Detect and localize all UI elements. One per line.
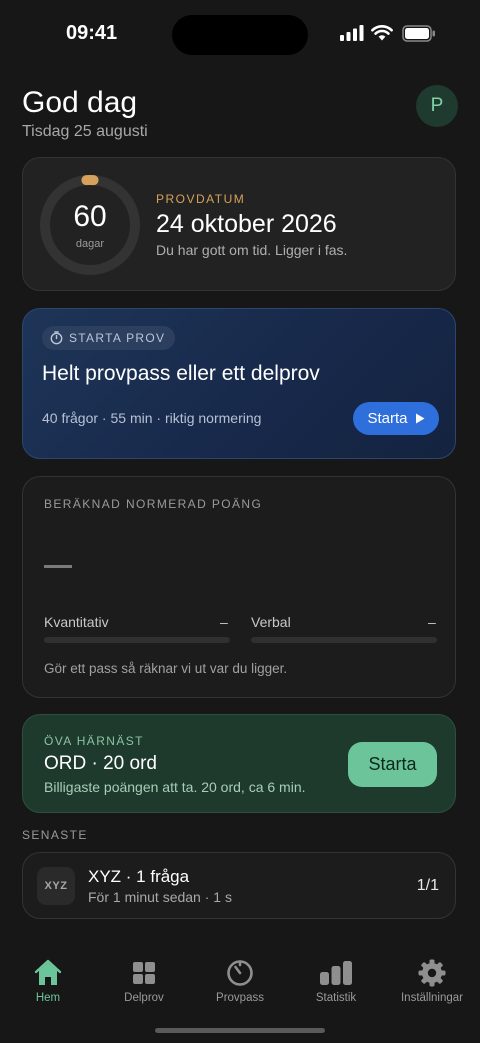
stopwatch-icon	[50, 331, 63, 345]
tab-home-label: Hem	[35, 992, 61, 1004]
start-exam-badge: STARTA PROV	[42, 326, 176, 350]
section-badge-icon: XYZ	[37, 867, 75, 905]
tab-statistik-label: Statistik	[315, 992, 357, 1004]
recent-session-subtitle: För 1 minut sedan · 1 s	[88, 889, 232, 905]
practice-next-subtitle: Billigaste poängen att ta. 20 ord, ca 6 …	[44, 779, 306, 795]
status-bar: 09:41	[0, 0, 480, 70]
home-icon	[34, 959, 62, 985]
practice-next-label: ÖVA HÄRNÄST	[44, 734, 144, 748]
verbal-value: –	[428, 614, 436, 630]
status-time: 09:41	[66, 22, 118, 44]
wifi-icon	[371, 25, 393, 41]
start-exam-button-label: Starta	[367, 410, 408, 427]
score-placeholder-dash	[44, 565, 72, 568]
greeting-title: God dag	[22, 86, 138, 119]
current-date: Tisdag 25 augusti	[22, 123, 148, 140]
start-exam-meta: 40 frågor · 55 min · riktig normering	[42, 410, 262, 426]
play-icon	[415, 413, 425, 424]
tab-provpass-label: Provpass	[216, 992, 264, 1004]
battery-icon	[402, 25, 435, 42]
estimated-score-card: BERÄKNAD NORMERAD POÄNG Kvantitativ – Ve…	[22, 476, 456, 698]
start-exam-title: Helt provpass eller ett delprov	[42, 362, 320, 385]
exam-date-label: PROVDATUM	[156, 192, 246, 206]
cellular-signal-icon	[340, 25, 364, 41]
profile-avatar[interactable]: P	[416, 85, 458, 127]
gear-icon	[418, 959, 446, 987]
recent-heading: SENASTE	[22, 828, 88, 842]
timer-icon	[227, 960, 253, 986]
recent-session-score: 1/1	[416, 877, 439, 894]
start-exam-badge-label: STARTA PROV	[69, 331, 166, 345]
tab-installningar-label: Inställningar	[400, 992, 463, 1004]
tab-delprov-label: Delprov	[124, 992, 164, 1004]
verbal-progress-bar	[251, 637, 437, 643]
days-remaining: 60	[73, 200, 107, 233]
score-footer: Gör ett pass så räknar vi ut var du ligg…	[44, 661, 288, 676]
tab-statistik[interactable]: Statistik	[288, 958, 384, 1004]
grid-icon	[133, 962, 155, 984]
practice-next-card[interactable]: ÖVA HÄRNÄST ORD · 20 ord Billigaste poän…	[22, 714, 456, 813]
exam-date: 24 oktober 2026	[156, 210, 337, 238]
tab-installningar[interactable]: Inställningar	[384, 958, 480, 1004]
dynamic-island	[172, 15, 308, 55]
quantitative-progress-bar	[44, 637, 230, 643]
recent-session-title: XYZ · 1 fråga	[88, 867, 190, 886]
tab-provpass[interactable]: Provpass	[192, 958, 288, 1004]
pace-message: Du har gott om tid. Ligger i fas.	[156, 242, 348, 258]
start-exam-button[interactable]: Starta	[353, 402, 439, 435]
start-exam-card[interactable]: STARTA PROV Helt provpass eller ett delp…	[22, 308, 456, 459]
bar-chart-icon	[320, 961, 352, 985]
tab-delprov[interactable]: Delprov	[96, 958, 192, 1004]
home-indicator	[155, 1028, 325, 1033]
quantitative-value: –	[220, 614, 228, 630]
practice-start-button[interactable]: Starta	[348, 742, 437, 787]
estimated-score-label: BERÄKNAD NORMERAD POÄNG	[44, 497, 263, 511]
verbal-label: Verbal	[251, 614, 291, 630]
exam-countdown-card[interactable]: 60 dagar PROVDATUM 24 oktober 2026 Du ha…	[22, 157, 456, 291]
recent-session-item[interactable]: XYZ XYZ · 1 fråga För 1 minut sedan · 1 …	[22, 852, 456, 919]
days-unit-label: dagar	[75, 238, 105, 250]
tab-home[interactable]: Hem	[0, 958, 96, 1004]
quantitative-label: Kvantitativ	[44, 614, 109, 630]
practice-next-title: ORD · 20 ord	[44, 753, 157, 774]
